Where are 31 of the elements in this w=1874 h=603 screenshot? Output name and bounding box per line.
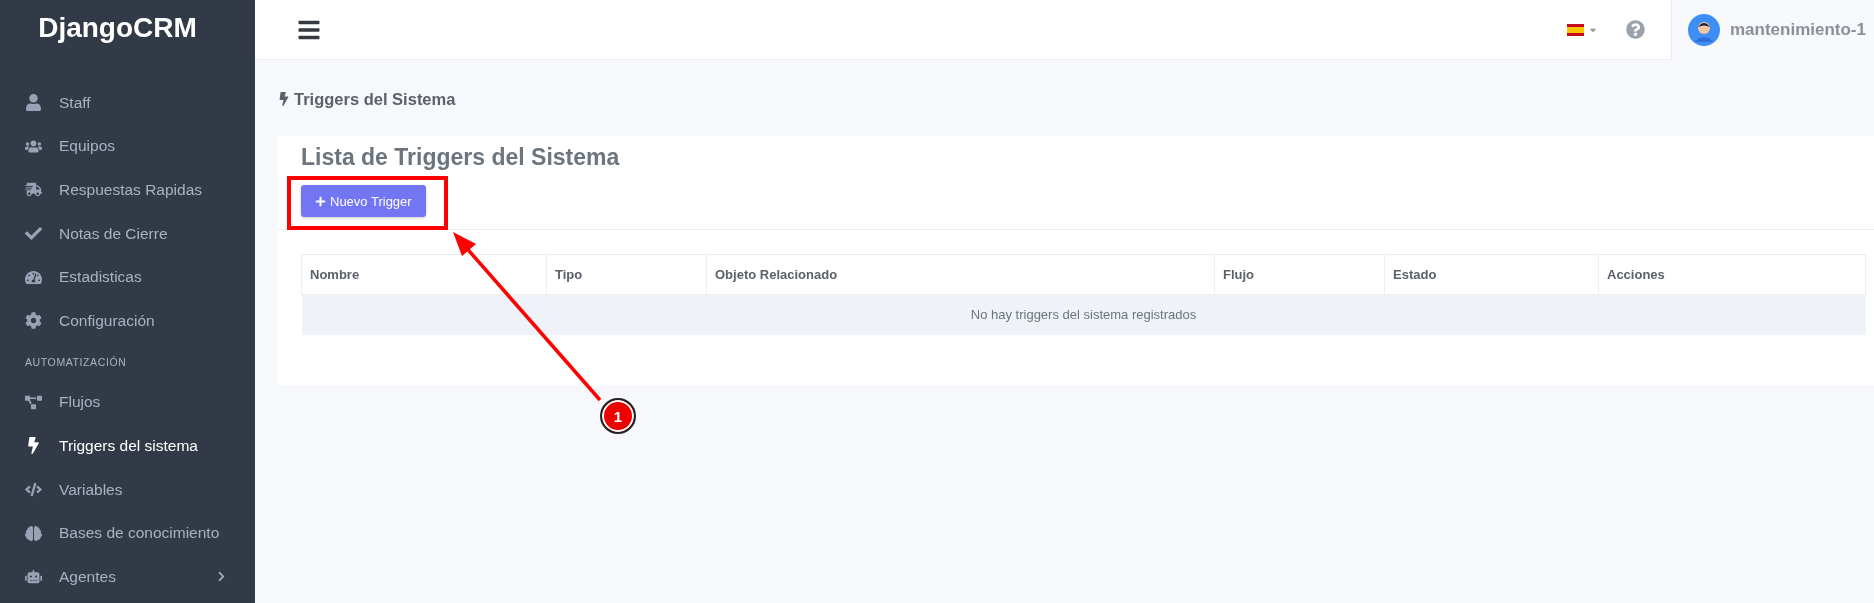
help-button[interactable]	[1625, 20, 1645, 39]
sidebar-item[interactable]: Estadisticas	[0, 255, 255, 299]
sidebar-heading: AUTOMATIZACIÓN	[24, 354, 128, 370]
sidebar-item[interactable]: Bases de conocimiento	[0, 511, 255, 555]
column-header: Flujo	[1214, 254, 1385, 295]
page-title: Triggers del Sistema	[294, 89, 456, 109]
step-marker: 1	[600, 398, 636, 434]
column-header: Objeto Relacionado	[706, 254, 1215, 295]
column-header: Acciones	[1598, 254, 1866, 295]
sidebar-item[interactable]: Respuestas Rapidas	[0, 168, 255, 212]
sidebar-item[interactable]: Configuración	[0, 298, 255, 343]
language-button[interactable]	[1566, 23, 1598, 36]
flag-icon	[1566, 23, 1584, 36]
brand-logo[interactable]: DjangoCRM	[0, 0, 255, 56]
empty-message: No hay triggers del sistema registrados	[301, 294, 1866, 335]
column-header: Tipo	[546, 254, 707, 295]
sidebar-item[interactable]: Equipos	[0, 124, 255, 169]
new-trigger-button[interactable]: Nuevo Trigger	[301, 185, 426, 217]
sidebar-item[interactable]: Staff	[0, 81, 255, 125]
sidebar-item[interactable]: Triggers del sistema	[0, 424, 255, 468]
plus-icon	[315, 195, 326, 207]
user-menu[interactable]: mantenimiento-1	[1670, 0, 1874, 60]
avatar-icon	[1687, 13, 1720, 46]
sidebar-item[interactable]: Flujos	[0, 380, 255, 425]
sidebar-item[interactable]: Agentes	[0, 554, 255, 599]
column-header: Estado	[1384, 254, 1599, 295]
bolt-icon	[277, 92, 291, 106]
sidebar-item[interactable]: Variables	[0, 467, 255, 512]
column-header: Nombre	[301, 254, 547, 295]
card-title: Lista de Triggers del Sistema	[301, 144, 620, 171]
sidebar-item[interactable]: Notas de Cierre	[0, 211, 255, 256]
